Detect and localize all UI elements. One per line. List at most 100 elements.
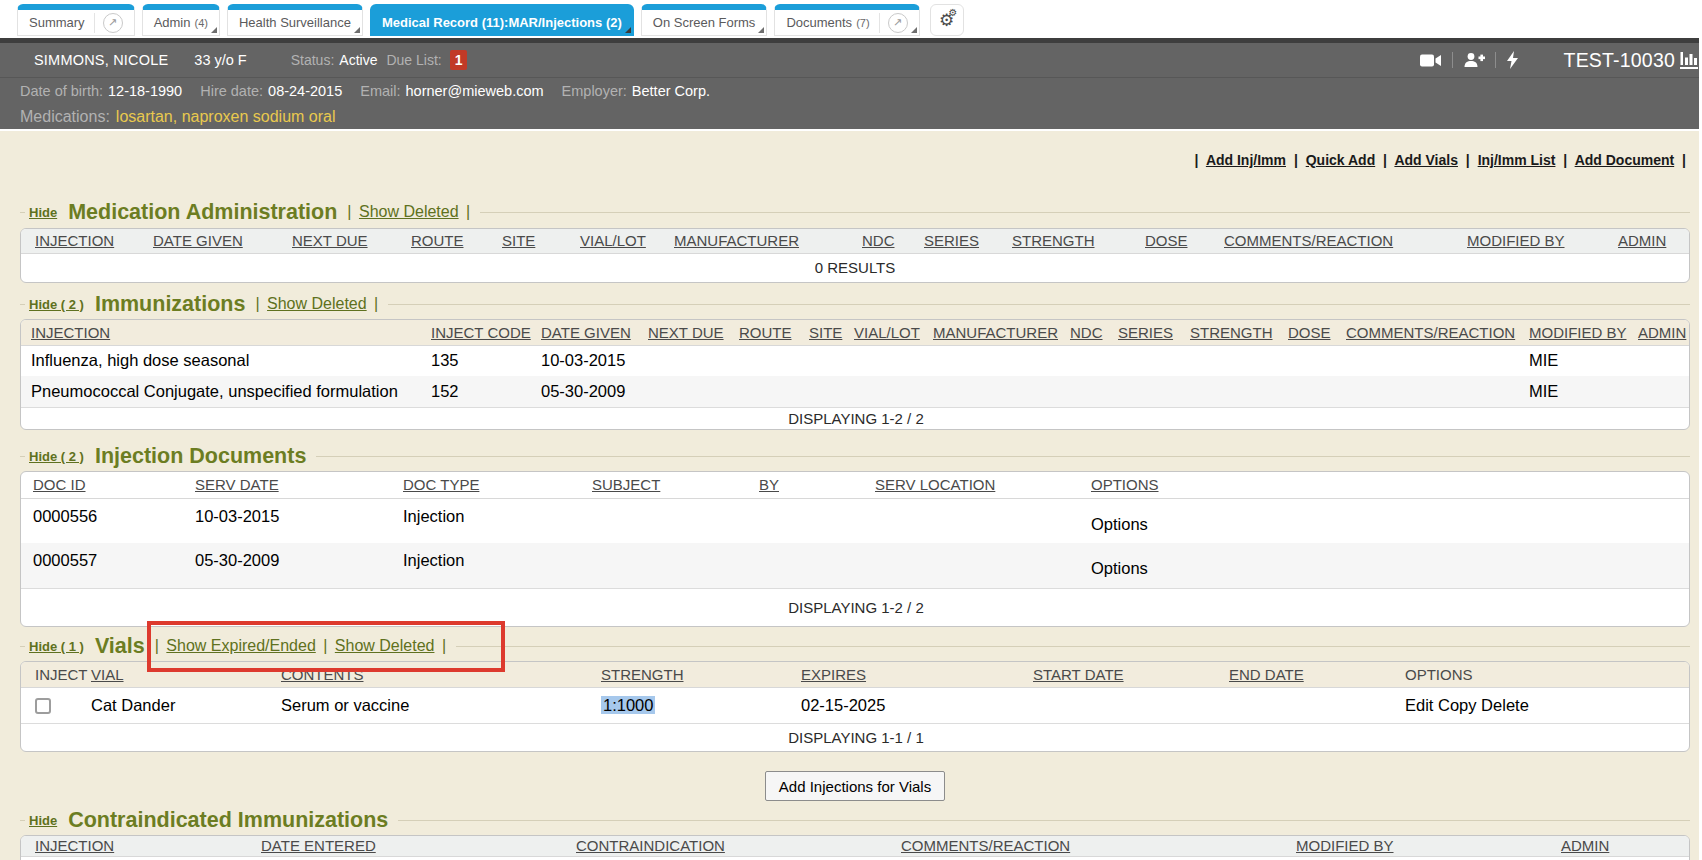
col-header[interactable]: ADMIN <box>1561 836 1690 856</box>
status-value: Active <box>339 52 377 68</box>
tab-documents-external[interactable]: ↗ <box>879 13 908 33</box>
medication-link[interactable]: naproxen sodium oral <box>182 108 336 126</box>
col-header[interactable]: DATE ENTERED <box>261 836 576 856</box>
col-header[interactable]: DOSE <box>1145 229 1224 253</box>
col-header[interactable]: ROUTE <box>411 229 502 253</box>
col-header[interactable]: SITE <box>502 229 580 253</box>
tab-health-surveillance[interactable]: Health Surveillance <box>227 4 363 36</box>
col-header[interactable]: MODIFIED BY <box>1529 320 1638 345</box>
tab-summary-external[interactable]: ↗ <box>94 13 123 33</box>
col-header[interactable]: STRENGTH <box>601 662 801 687</box>
med-admin-header-row: INJECTION DATE GIVEN NEXT DUE ROUTE SITE… <box>21 229 1689 253</box>
col-header[interactable]: MANUFACTURER <box>933 320 1070 345</box>
col-header[interactable]: DOC TYPE <box>403 472 592 498</box>
col-header[interactable]: MANUFACTURER <box>674 229 862 253</box>
tab-on-screen-forms[interactable]: On Screen Forms <box>641 4 768 36</box>
col-header[interactable]: NDC <box>1070 320 1118 345</box>
dropdown-indicator-icon <box>758 27 764 33</box>
col-header[interactable]: INJECTION <box>21 320 431 345</box>
tab-admin[interactable]: Admin (4) <box>142 4 220 36</box>
col-header[interactable]: NEXT DUE <box>648 320 739 345</box>
vials-hide-link[interactable]: Hide ( 1 ) <box>29 639 84 654</box>
col-header[interactable]: SITE <box>809 320 854 345</box>
injection-documents-hide-link[interactable]: Hide ( 2 ) <box>29 449 84 464</box>
contraindicated-hide-link[interactable]: Hide <box>29 813 57 828</box>
inj-imm-list-link[interactable]: Inj/Imm List <box>1478 152 1556 168</box>
immunizations-show-deleted-link[interactable]: Show Deleted <box>267 295 367 312</box>
col-header[interactable]: BY <box>759 472 875 498</box>
col-header[interactable]: STRENGTH <box>1190 320 1288 345</box>
options-link[interactable]: Options <box>1091 543 1690 588</box>
col-header[interactable]: NDC <box>862 229 924 253</box>
med-admin-title: Medication Administration <box>68 200 337 225</box>
medication-link[interactable]: losartan <box>116 108 173 126</box>
col-header[interactable]: VIAL/LOT <box>580 229 674 253</box>
due-list-badge[interactable]: 1 <box>450 50 468 70</box>
settings-button[interactable]: ⚙ ⚙ <box>930 4 964 36</box>
col-header[interactable]: SERIES <box>924 229 1012 253</box>
dropdown-indicator-icon <box>354 27 360 33</box>
col-header[interactable]: OPTIONS <box>1091 472 1690 498</box>
patient-name: SIMMONS, NICOLE <box>34 52 168 68</box>
col-header[interactable]: DATE GIVEN <box>153 229 292 253</box>
injection-documents-header-row: DOC ID SERV DATE DOC TYPE SUBJECT BY SER… <box>21 472 1690 498</box>
vial-checkbox[interactable] <box>35 698 51 714</box>
col-header[interactable]: ADMIN <box>1638 320 1690 345</box>
col-header[interactable]: SUBJECT <box>592 472 759 498</box>
col-header[interactable]: INJECT CODE <box>431 320 541 345</box>
add-document-link[interactable]: Add Document <box>1575 152 1675 168</box>
med-admin-show-deleted-link[interactable]: Show Deleted <box>359 203 459 220</box>
col-header[interactable]: COMMENTS/REACTION <box>1346 320 1529 345</box>
immunizations-header-row: INJECTION INJECT CODE DATE GIVEN NEXT DU… <box>21 320 1690 345</box>
banner-icons: TEST-10030 <box>1420 49 1702 72</box>
col-header[interactable]: SERV DATE <box>195 472 403 498</box>
col-header[interactable]: MODIFIED BY <box>1467 229 1618 253</box>
injection-name: Pneumococcal Conjugate, unspecified form… <box>21 376 431 407</box>
quick-add-link[interactable]: Quick Add <box>1306 152 1376 168</box>
empty-results: 0 RESULTS <box>21 253 1689 282</box>
inject-code: 152 <box>431 376 541 407</box>
col-header[interactable]: MODIFIED BY <box>1296 836 1561 856</box>
add-vials-link[interactable]: Add Vials <box>1394 152 1458 168</box>
immunizations-hide-link[interactable]: Hide ( 2 ) <box>29 297 84 312</box>
col-header[interactable]: END DATE <box>1229 662 1405 687</box>
col-header[interactable]: EXPIRES <box>801 662 1033 687</box>
col-header[interactable]: DOSE <box>1288 320 1346 345</box>
col-header[interactable]: DATE GIVEN <box>541 320 648 345</box>
col-header[interactable]: DOC ID <box>21 472 195 498</box>
col-header: OPTIONS <box>1405 662 1690 687</box>
col-header[interactable]: INJECTION <box>21 229 153 253</box>
med-admin-hide-link[interactable]: Hide <box>29 205 57 220</box>
tab-medical-record[interactable]: Medical Record (11):MAR/Injections (2) <box>370 4 634 36</box>
doc-type: Injection <box>403 498 592 543</box>
bar-chart-icon[interactable] <box>1680 51 1698 69</box>
vials-title: Vials <box>95 634 145 659</box>
col-header[interactable]: VIAL/LOT <box>854 320 933 345</box>
col-header[interactable]: SERIES <box>1118 320 1190 345</box>
add-injections-for-vials-button[interactable]: Add Injections for Vials <box>765 771 945 801</box>
options-link[interactable]: Options <box>1091 498 1690 543</box>
contraindicated-empty-row <box>21 856 1690 860</box>
tab-summary[interactable]: Summary ↗ <box>17 4 135 36</box>
col-header[interactable]: ADMIN <box>1618 229 1689 253</box>
col-header[interactable]: SERV LOCATION <box>875 472 1091 498</box>
tab-admin-count: (4) <box>194 17 207 29</box>
col-header[interactable]: INJECTION <box>21 836 261 856</box>
col-header[interactable]: START DATE <box>1033 662 1229 687</box>
col-header[interactable]: COMMENTS/REACTION <box>1224 229 1467 253</box>
add-inj-imm-link[interactable]: Add Inj/Imm <box>1206 152 1286 168</box>
gear-small-icon: ⚙ <box>949 8 958 18</box>
col-header[interactable]: CONTRAINDICATION <box>576 836 901 856</box>
col-header[interactable]: COMMENTS/REACTION <box>901 836 1296 856</box>
col-header[interactable]: NEXT DUE <box>292 229 411 253</box>
tab-documents[interactable]: Documents (7) ↗ <box>774 4 919 36</box>
col-header[interactable]: ROUTE <box>739 320 809 345</box>
tab-health-surveillance-label: Health Surveillance <box>239 15 351 30</box>
vial-expires: 02-15-2025 <box>801 687 1033 723</box>
vial-options[interactable]: Edit Copy Delete <box>1405 687 1690 723</box>
modified-by: MIE <box>1529 345 1638 376</box>
col-header[interactable]: STRENGTH <box>1012 229 1145 253</box>
add-person-icon[interactable] <box>1463 52 1485 68</box>
lightning-icon[interactable] <box>1506 51 1519 69</box>
video-camera-icon[interactable] <box>1420 53 1442 68</box>
